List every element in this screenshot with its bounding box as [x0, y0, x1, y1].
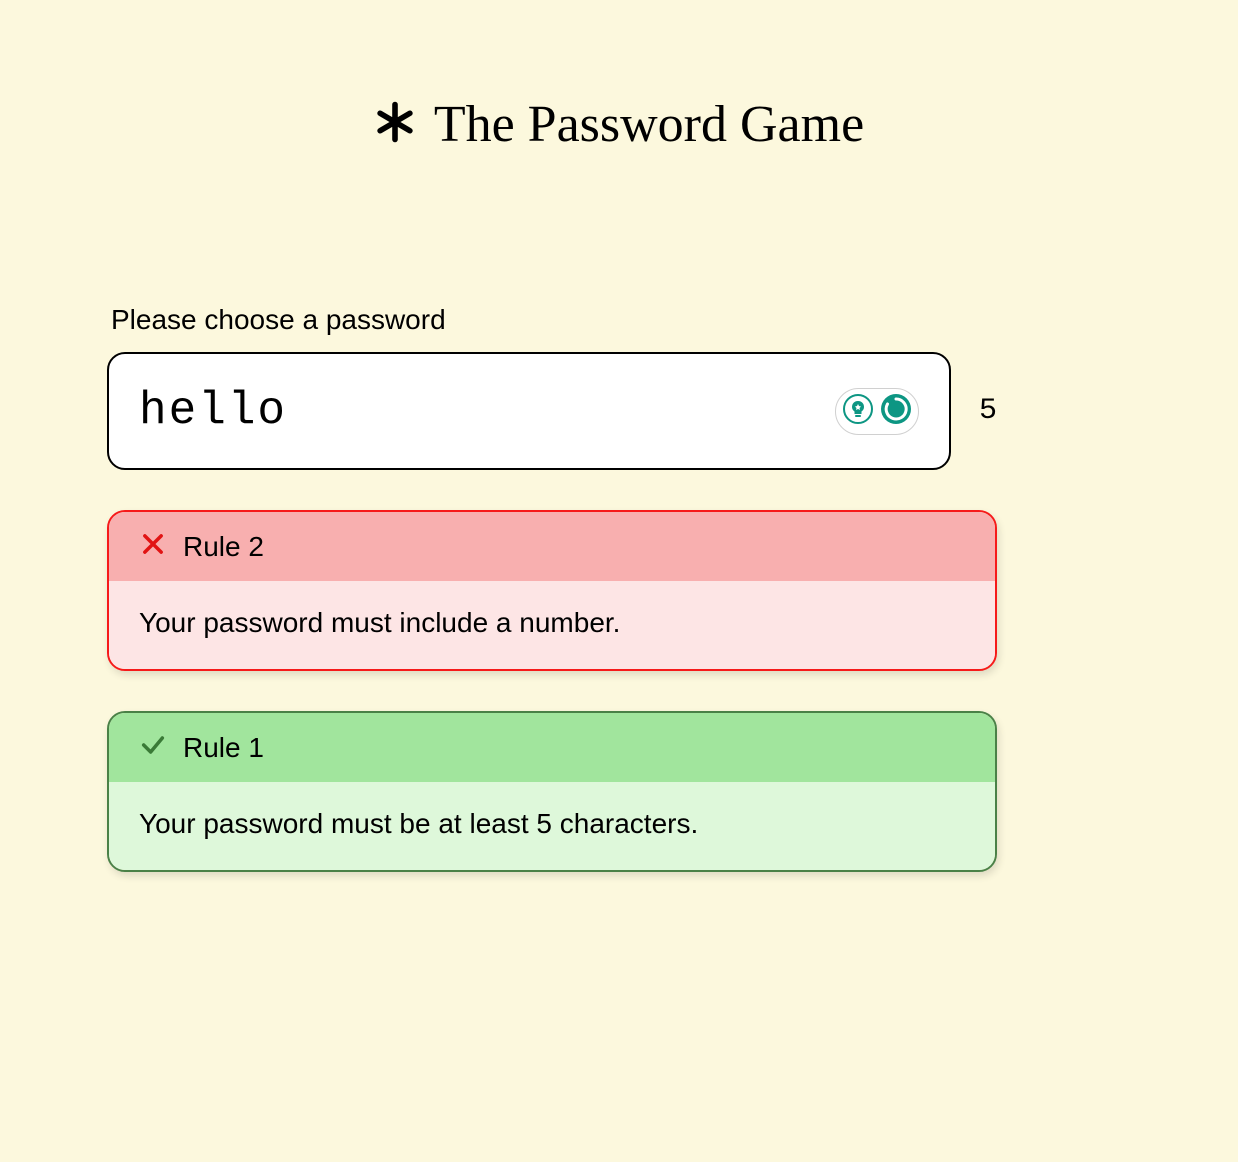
input-badge-pill[interactable] [835, 388, 919, 435]
check-icon [139, 731, 167, 764]
password-input[interactable] [139, 385, 835, 437]
rule-card-fail: Rule 2 Your password must include a numb… [107, 510, 997, 671]
lightbulb-sparkle-icon[interactable] [842, 393, 874, 430]
rule-card-pass: Rule 1 Your password must be at least 5 … [107, 711, 997, 872]
x-icon [139, 530, 167, 563]
password-input-container[interactable] [107, 352, 951, 470]
rule-text: Your password must include a number. [109, 581, 995, 669]
prompt-label: Please choose a password [111, 304, 997, 336]
rule-title: Rule 1 [183, 732, 264, 764]
rule-title: Rule 2 [183, 531, 264, 563]
character-count: 5 [979, 394, 997, 428]
input-row: 5 [107, 352, 997, 470]
rule-text: Your password must be at least 5 charact… [109, 782, 995, 870]
page-title-container: The Password Game [0, 95, 1238, 154]
content-area: Please choose a password [107, 304, 997, 872]
rule-header: Rule 1 [109, 713, 995, 782]
asterisk-icon [374, 101, 416, 148]
page-title: The Password Game [434, 95, 864, 154]
spinner-icon[interactable] [880, 393, 912, 430]
rules-list: Rule 2 Your password must include a numb… [107, 510, 997, 872]
rule-header: Rule 2 [109, 512, 995, 581]
